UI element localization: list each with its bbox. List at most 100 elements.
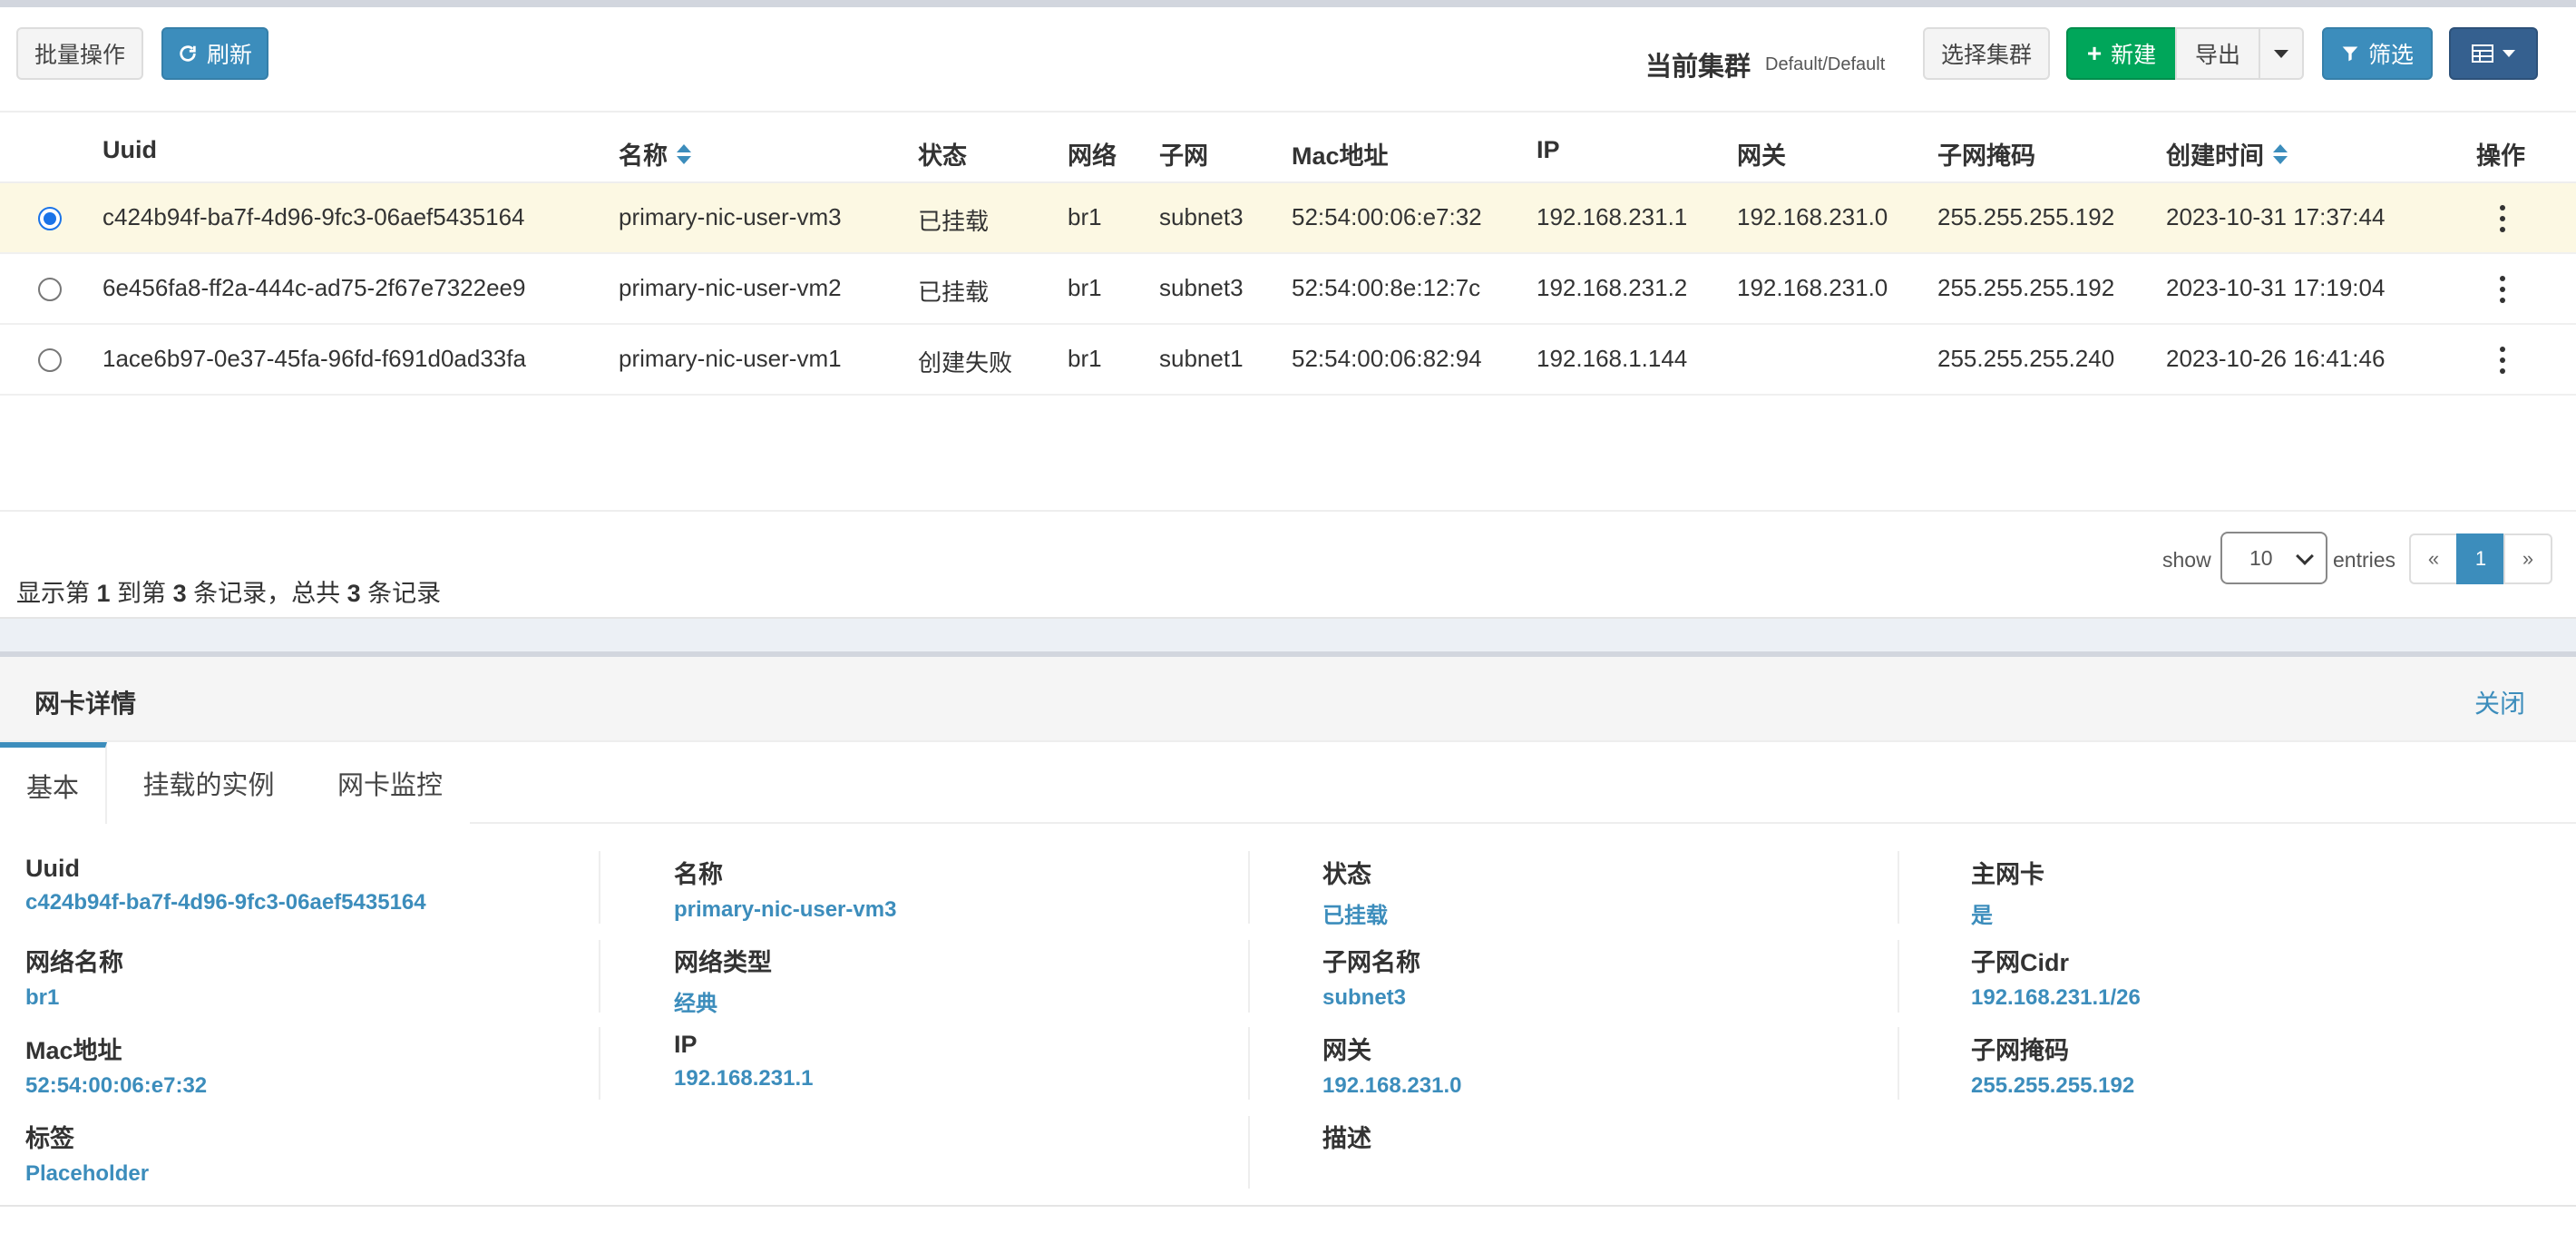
field-value: subnet3 — [1322, 985, 1407, 1010]
filter-icon — [2342, 46, 2358, 62]
cell-subnet: subnet1 — [1159, 345, 1244, 372]
field-label: 网络类型 — [674, 949, 772, 976]
field-value: c424b94f-ba7f-4d96-9fc3-06aef5435164 — [25, 890, 426, 915]
column-header-actions: 操作 — [2476, 136, 2525, 171]
batch-operation-button[interactable]: 批量操作 — [16, 27, 143, 80]
tab-attached-instances[interactable]: 挂载的实例 — [107, 742, 310, 824]
cell-gateway: 192.168.231.0 — [1737, 274, 1888, 301]
refresh-button[interactable]: 刷新 — [161, 27, 268, 80]
column-header-network-label: 网络 — [1068, 142, 1117, 170]
field-value: Placeholder — [25, 1161, 150, 1186]
field-label: 网络名称 — [25, 949, 123, 976]
field-tags: 标签 Placeholder — [25, 1119, 660, 1187]
field-value: 已挂载 — [1322, 904, 1388, 928]
export-button[interactable]: 导出 — [2175, 27, 2260, 80]
table-row[interactable]: 1ace6b97-0e37-45fa-96fd-f691d0ad33fa pri… — [0, 325, 2576, 396]
pagination: « 1 » — [2409, 533, 2552, 584]
summary-to: 3 — [172, 580, 187, 607]
column-header-status: 状态 — [918, 136, 967, 171]
column-header-created[interactable]: 创建时间 — [2166, 136, 2288, 171]
tab-basic-label: 基本 — [25, 774, 79, 803]
table-row[interactable]: c424b94f-ba7f-4d96-9fc3-06aef5435164 pri… — [0, 183, 2576, 254]
field-value: 192.168.231.1/26 — [1971, 985, 2141, 1010]
tab-basic[interactable]: 基本 — [0, 742, 107, 824]
tab-nic-monitoring-label: 网卡监控 — [337, 771, 443, 800]
prev-page-button[interactable]: « — [2409, 533, 2458, 584]
cell-ip: 192.168.231.2 — [1537, 274, 1688, 301]
page-bottom-divider — [0, 1205, 2576, 1207]
page-button[interactable]: 1 — [2456, 533, 2505, 584]
refresh-icon — [180, 45, 196, 62]
field-netmask: 子网掩码 255.255.255.192 — [1971, 1031, 2576, 1099]
nic-list-panel: 批量操作 刷新 当前集群 Default/Default 选择集群 + 新建 导… — [0, 0, 2576, 619]
cell-netmask: 255.255.255.192 — [1937, 203, 2115, 230]
field-mac: Mac地址 52:54:00:06:e7:32 — [25, 1031, 660, 1099]
divider — [1248, 1116, 1250, 1189]
entries-label: entries — [2333, 548, 2396, 572]
column-header-ip: IP — [1537, 136, 1560, 164]
column-header-actions-label: 操作 — [2476, 142, 2525, 170]
column-header-gateway-label: 网关 — [1737, 142, 1786, 170]
summary-from: 1 — [96, 580, 111, 607]
next-page-button[interactable]: » — [2503, 533, 2552, 584]
more-actions-icon[interactable] — [2498, 347, 2507, 374]
close-link[interactable]: 关闭 — [2474, 684, 2525, 720]
page-size-select[interactable]: 10 — [2220, 532, 2327, 584]
cell-gateway: 192.168.231.0 — [1737, 203, 1888, 230]
field-value: 是 — [1971, 904, 1993, 928]
column-header-name[interactable]: 名称 — [619, 136, 691, 171]
current-cluster-label: 当前集群 — [1645, 53, 1751, 82]
field-description: 描述 — [1322, 1119, 1957, 1161]
field-value: br1 — [25, 985, 60, 1010]
field-primary-nic: 主网卡 是 — [1971, 855, 2576, 929]
export-label: 导出 — [2194, 43, 2240, 68]
columns-toggle-button[interactable] — [2449, 27, 2538, 80]
column-header-subnet: 子网 — [1159, 136, 1208, 171]
sort-icon[interactable] — [2273, 142, 2288, 166]
cell-uuid: 6e456fa8-ff2a-444c-ad75-2f67e7322ee9 — [102, 274, 526, 301]
field-label: 网关 — [1322, 1037, 1371, 1064]
select-cluster-label: 选择集群 — [1940, 43, 2032, 68]
more-actions-icon[interactable] — [2498, 276, 2507, 303]
table-columns-icon — [2472, 44, 2493, 63]
cell-ip: 192.168.1.144 — [1537, 345, 1688, 372]
field-value: 192.168.231.0 — [1322, 1073, 1462, 1098]
cell-netmask: 255.255.255.192 — [1937, 274, 2115, 301]
page-size-value: 10 — [2249, 545, 2273, 570]
summary-text: 条记录 — [360, 580, 442, 607]
field-label: 子网名称 — [1322, 949, 1420, 976]
field-subnet-cidr: 子网Cidr 192.168.231.1/26 — [1971, 943, 2576, 1011]
row-select-radio[interactable] — [38, 348, 62, 372]
records-summary: 显示第 1 到第 3 条记录，总共 3 条记录 — [16, 573, 441, 609]
plus-icon: + — [2086, 39, 2103, 67]
refresh-label: 刷新 — [206, 43, 252, 68]
field-label: 名称 — [674, 861, 723, 888]
cell-status: 已挂载 — [918, 208, 990, 235]
column-header-gateway: 网关 — [1737, 136, 1786, 171]
field-value: 52:54:00:06:e7:32 — [25, 1073, 208, 1098]
cell-ip: 192.168.231.1 — [1537, 203, 1688, 230]
select-cluster-button[interactable]: 选择集群 — [1923, 27, 2050, 80]
field-gateway: 网关 192.168.231.0 — [1322, 1031, 1957, 1099]
field-label: 描述 — [1322, 1125, 1371, 1152]
more-actions-icon[interactable] — [2498, 205, 2507, 232]
new-button[interactable]: + 新建 — [2066, 27, 2177, 80]
field-label: 标签 — [25, 1125, 74, 1152]
field-network-type: 网络类型 经典 — [674, 943, 1309, 1017]
sort-icon[interactable] — [677, 142, 691, 166]
table-row[interactable]: 6e456fa8-ff2a-444c-ad75-2f67e7322ee9 pri… — [0, 254, 2576, 325]
field-label: Uuid — [25, 855, 80, 882]
column-header-uuid: Uuid — [102, 136, 157, 164]
cell-uuid: 1ace6b97-0e37-45fa-96fd-f691d0ad33fa — [102, 345, 526, 372]
field-network-name: 网络名称 br1 — [25, 943, 660, 1011]
row-select-radio[interactable] — [38, 207, 62, 230]
field-status: 状态 已挂载 — [1322, 855, 1957, 929]
column-header-mac-label: Mac地址 — [1292, 142, 1389, 170]
field-label: 状态 — [1322, 861, 1371, 888]
export-dropdown-toggle[interactable] — [2259, 27, 2304, 80]
filter-button[interactable]: 筛选 — [2322, 27, 2433, 80]
row-select-radio[interactable] — [38, 278, 62, 301]
cell-status: 创建失败 — [918, 349, 1013, 377]
column-header-subnet-label: 子网 — [1159, 142, 1208, 170]
tab-nic-monitoring[interactable]: 网卡监控 — [310, 742, 470, 824]
